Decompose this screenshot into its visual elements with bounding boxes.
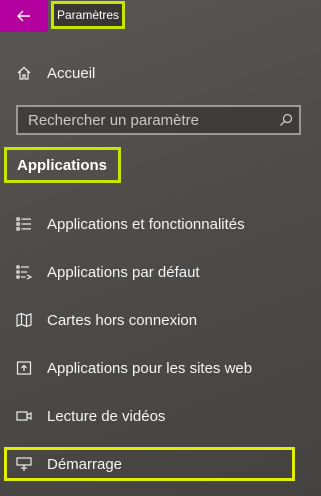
nav-item-label: Cartes hors connexion: [47, 311, 198, 329]
home-icon: [16, 65, 32, 81]
apps-for-websites-icon: [16, 360, 32, 376]
nav-item-offline-maps[interactable]: Cartes hors connexion: [0, 302, 321, 338]
settings-search-box[interactable]: [16, 105, 301, 135]
search-input[interactable]: [28, 110, 268, 130]
nav-item-home[interactable]: Accueil: [0, 55, 321, 91]
apps-features-icon: [16, 216, 32, 232]
nav-item-apps-features[interactable]: Applications et fonctionnalités: [0, 206, 321, 242]
offline-maps-icon: [16, 312, 32, 328]
back-button[interactable]: [0, 0, 48, 32]
nav-item-label: Applications et fonctionnalités: [47, 215, 245, 233]
nav-item-label: Lecture de vidéos: [47, 407, 166, 425]
nav-item-home-label: Accueil: [47, 64, 96, 82]
nav-item-startup[interactable]: Démarrage: [0, 446, 321, 482]
back-arrow-icon: [17, 10, 30, 22]
section-heading-applications: Applications: [4, 147, 121, 183]
search-icon[interactable]: [279, 113, 293, 127]
default-apps-icon: [16, 264, 32, 280]
nav-item-label: Applications par défaut: [47, 263, 200, 281]
video-playback-icon: [16, 408, 32, 424]
window-title: Paramètres: [51, 1, 125, 29]
nav-item-default-apps[interactable]: Applications par défaut: [0, 254, 321, 290]
nav-item-apps-for-websites[interactable]: Applications pour les sites web: [0, 350, 321, 386]
startup-icon: [16, 456, 32, 472]
nav-item-label: Applications pour les sites web: [47, 359, 253, 377]
title-bar: Paramètres: [0, 0, 321, 32]
nav-item-video-playback[interactable]: Lecture de vidéos: [0, 398, 321, 434]
nav-item-label: Démarrage: [47, 455, 123, 473]
